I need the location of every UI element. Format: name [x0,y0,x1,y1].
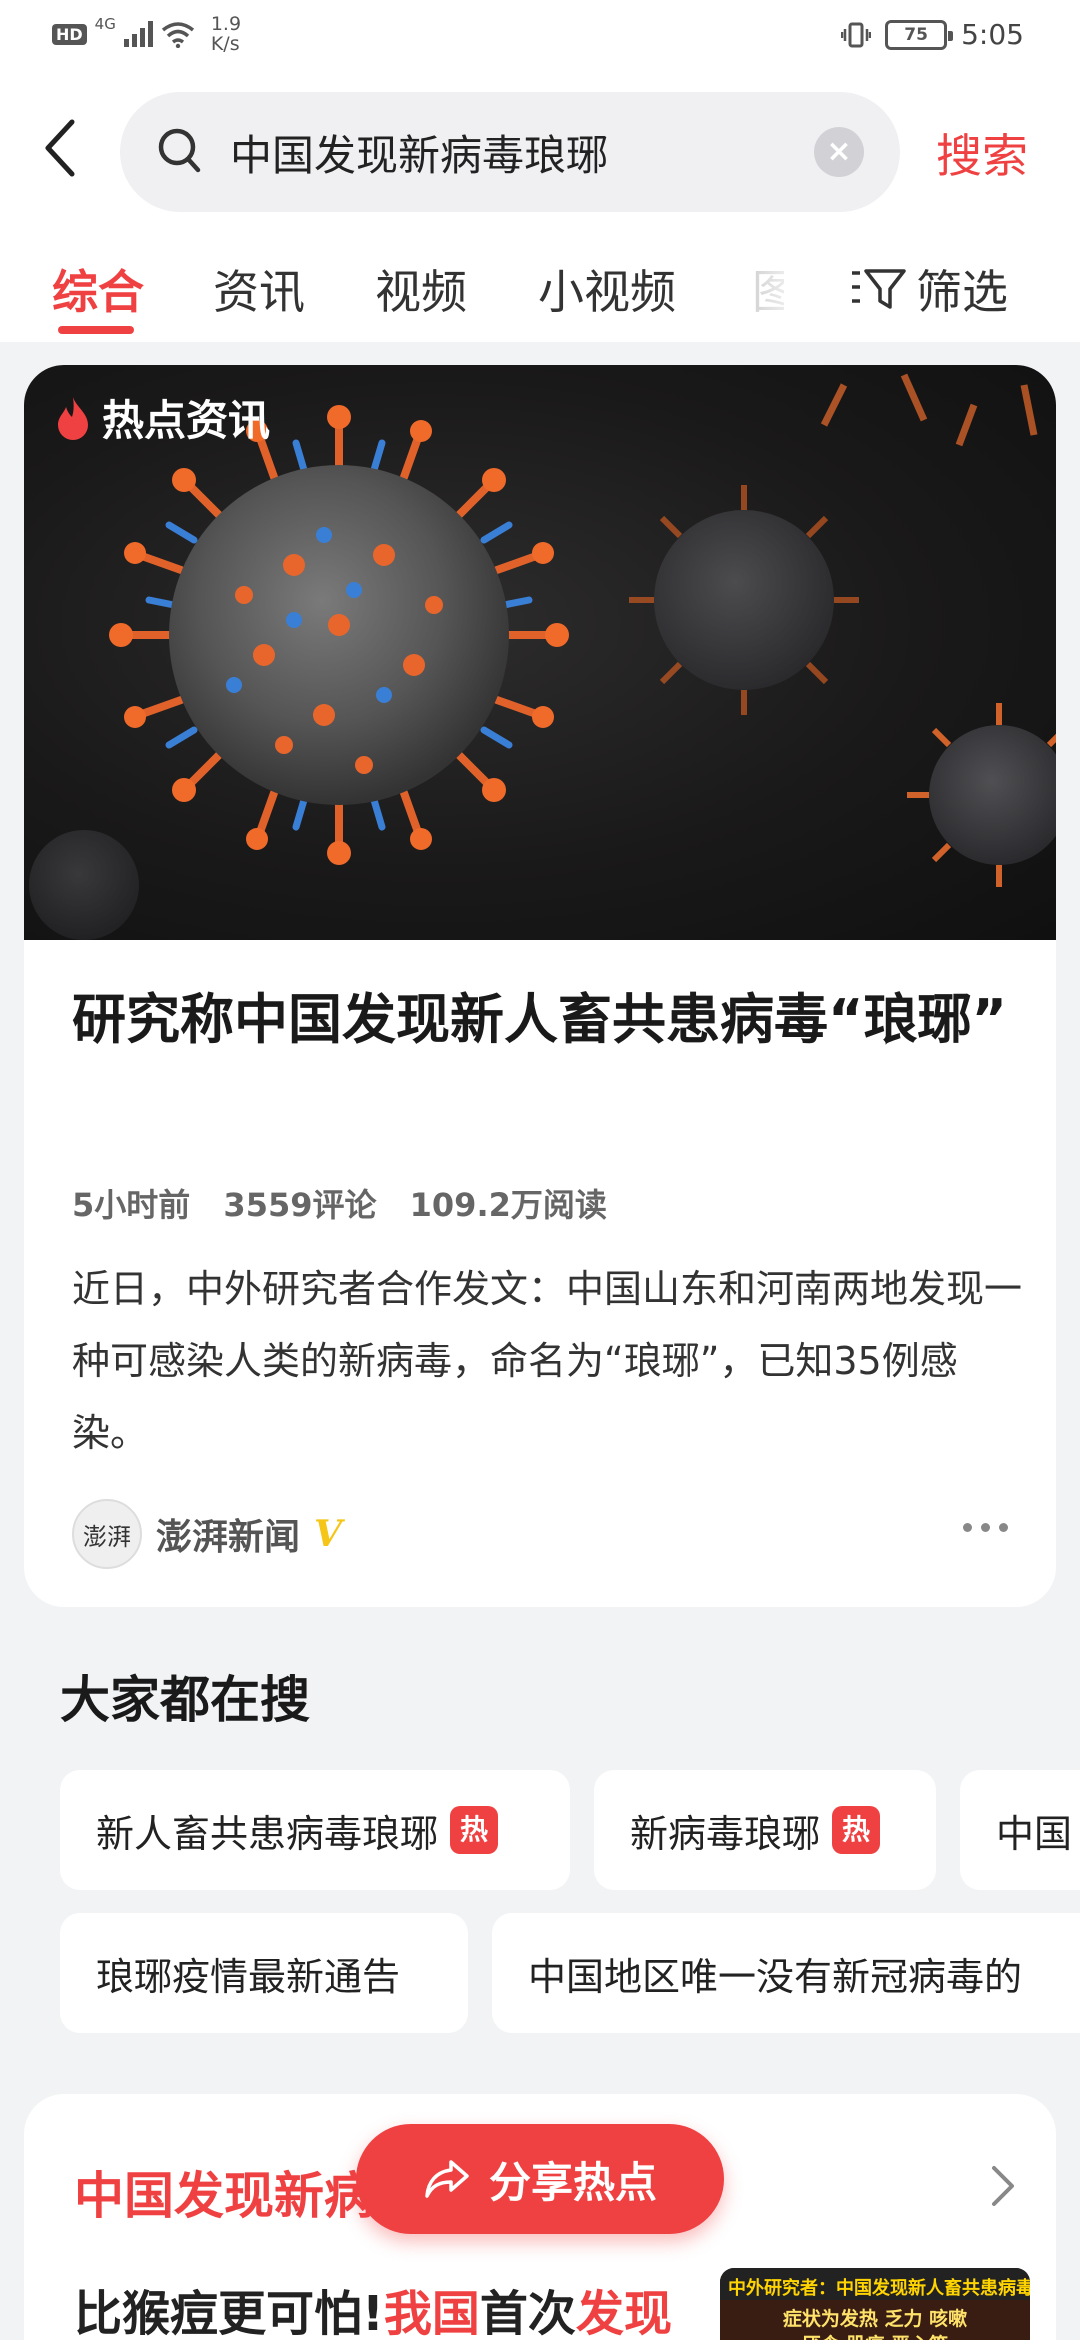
signal-icon [123,21,153,47]
thumbnail-line: 症状为发热 乏力 咳嗽 [782,2308,968,2330]
topic-headline[interactable]: 比猴痘更可怕!我国首次发现 [74,2274,672,2340]
virus-illustration [29,373,1056,940]
battery-icon: 75 [885,19,954,50]
article-reads: 109.2万阅读 [409,1186,607,1224]
flame-icon [58,396,88,440]
wifi-icon [161,22,194,48]
tab-active-indicator [58,326,134,334]
tab-fade [720,248,850,328]
net-speed-value: 1.9 [210,13,242,35]
article-meta: 5小时前 3559评论 109.2万阅读 [72,1180,629,1226]
suggestion-chip[interactable]: 琅琊疫情最新通告 [60,1913,468,2033]
back-button[interactable] [40,118,100,188]
hd-badge: HD [52,23,87,45]
source-publisher[interactable]: 澎湃 澎湃新闻 V [72,1499,342,1569]
close-icon: × [826,134,852,169]
hero-image[interactable]: 热点资讯 [24,365,1056,940]
search-box[interactable]: × [120,92,900,212]
tab-video[interactable]: 视频 [375,256,467,322]
more-dot-icon [963,1523,972,1532]
everyone-searching-title: 大家都在搜 [60,1671,310,1729]
article-title[interactable]: 研究称中国发现新人畜共患病毒“琅琊” [72,980,1022,1060]
thumbnail-line: 厌食 肌痛 恶心等 [728,2332,1022,2340]
more-options-button[interactable] [963,1523,1008,1532]
headline-part: 比猴痘更可怕! [74,2286,384,2340]
clear-search-button[interactable]: × [814,127,864,177]
battery-level: 75 [904,24,928,45]
tab-short-video[interactable]: 小视频 [538,256,676,322]
hot-tag: 热 [450,1806,499,1854]
verified-icon: V [314,1513,342,1555]
suggestion-text: 新病毒琅琊 [630,1811,821,1856]
publisher-avatar: 澎湃 [72,1499,142,1569]
hot-news-card[interactable]: 热点资讯 研究称中国发现新人畜共患病毒“琅琊” 5小时前 3559评论 109.… [24,365,1056,1607]
suggestion-text: 琅琊疫情最新通告 [96,1954,401,1999]
tab-news[interactable]: 资讯 [213,256,305,322]
suggestion-text: 中国 [996,1811,1073,1856]
network-type: 4G [94,15,116,33]
suggestion-chip[interactable]: 中国 [960,1770,1080,1890]
topic-title-highlight: 中国发现新病 [74,2167,374,2225]
more-dot-icon [981,1523,990,1532]
search-input[interactable] [230,92,790,212]
chevron-right-icon [992,2166,1014,2206]
suggestion-chip[interactable]: 新病毒琅琊 热 [594,1770,936,1890]
filter-icon [852,269,906,309]
filter-label: 筛选 [916,265,1008,319]
share-icon [425,2160,469,2198]
headline-highlight: 我国 [383,2286,480,2340]
article-summary: 近日，中外研究者合作发文：中国山东和河南两地发现一种可感染人类的新病毒，命名为“… [72,1267,1023,1455]
search-icon [158,128,201,173]
net-speed-unit: K/s [210,33,240,55]
vibrate-icon [841,22,872,47]
headline-highlight: 发现 [575,2286,672,2340]
status-bar: HD 4G 1.9 K/s 75 5:05 [0,0,1080,80]
hot-news-badge: 热点资讯 [54,387,270,448]
status-right: 75 5:05 [841,18,1024,51]
more-dot-icon [999,1523,1008,1532]
topic-thumbnail[interactable]: 中外研究者：中国发现新人畜共患病毒 症状为发热 乏力 咳嗽 厌食 肌痛 恶心等 [720,2268,1030,2340]
share-hot-button[interactable]: 分享热点 [356,2124,724,2234]
article-time: 5小时前 [72,1186,191,1224]
thumbnail-text: 症状为发热 乏力 咳嗽 厌食 肌痛 恶心等 [720,2300,1030,2340]
topic-more-button[interactable] [990,2164,1016,2212]
suggestion-row-1: 新人畜共患病毒琅琊 热 新病毒琅琊 热 中国 [0,1770,1080,1890]
net-speed: 1.9 K/s [211,14,241,54]
tab-bar: 综合 资讯 视频 小视频 图 筛选 [0,248,1080,342]
suggestion-text: 中国地区唯一没有新冠病毒的 [528,1954,1023,1999]
tab-all[interactable]: 综合 [52,256,144,322]
share-label: 分享热点 [488,2157,657,2207]
status-left: HD 4G 1.9 K/s [52,14,241,54]
hot-badge-label: 热点资讯 [102,396,271,445]
hot-tag: 热 [832,1806,881,1854]
suggestion-chip[interactable]: 新人畜共患病毒琅琊 热 [60,1770,570,1890]
back-arrow-icon [45,119,75,177]
publisher-name: 澎湃新闻 [156,1517,301,1558]
thumbnail-caption: 中外研究者：中国发现新人畜共患病毒 [720,2268,1030,2300]
clock: 5:05 [961,18,1024,51]
headline-part: 首次 [479,2286,576,2340]
suggestion-text: 新人畜共患病毒琅琊 [96,1811,439,1856]
search-button[interactable]: 搜索 [936,120,1028,186]
article-comments: 3559评论 [223,1186,377,1224]
suggestion-chip[interactable]: 中国地区唯一没有新冠病毒的 [492,1913,1080,2033]
filter-button[interactable]: 筛选 [850,256,1008,322]
suggestion-row-2: 琅琊疫情最新通告 中国地区唯一没有新冠病毒的 [0,1913,1080,2033]
